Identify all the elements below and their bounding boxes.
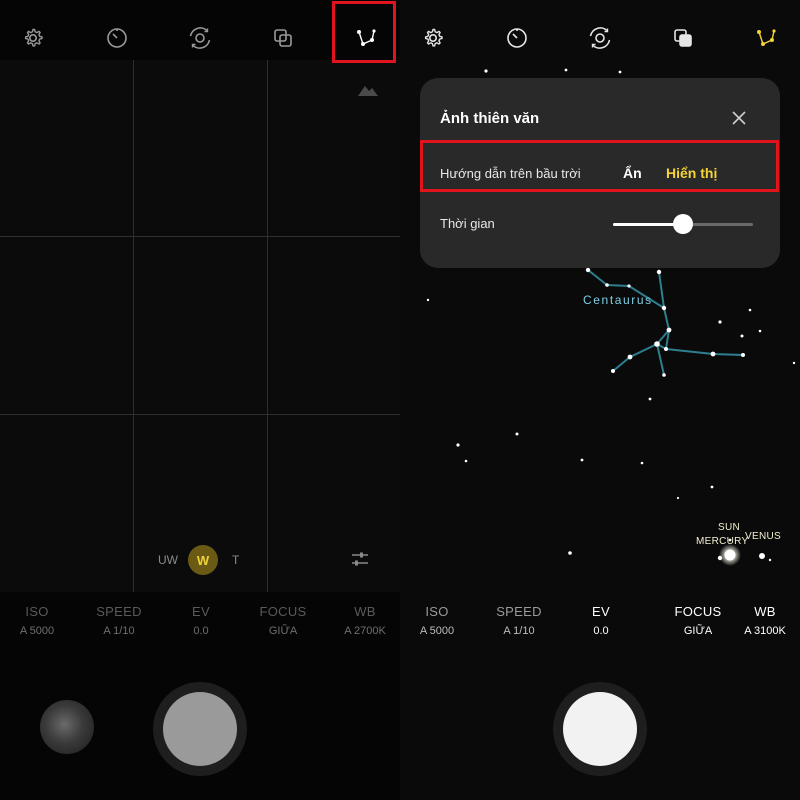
aperture-icon xyxy=(589,27,611,49)
param-label: SPEED xyxy=(96,604,142,619)
mercury-label: MERCURY xyxy=(696,536,749,547)
param-label: WB xyxy=(354,604,376,619)
zoom-selector: UW W T xyxy=(158,545,239,575)
grid-line xyxy=(0,236,400,237)
grid-line xyxy=(0,414,400,415)
param-label: EV xyxy=(592,604,610,619)
param-wb[interactable]: WB A 2700K xyxy=(330,604,400,637)
param-iso[interactable]: ISO A 5000 xyxy=(2,604,72,637)
param-label: WB xyxy=(754,604,776,619)
param-label: EV xyxy=(192,604,210,619)
param-label: FOCUS xyxy=(259,604,307,619)
viewfinder[interactable] xyxy=(0,60,400,592)
close-icon[interactable] xyxy=(730,109,748,127)
param-label: ISO xyxy=(425,604,449,619)
param-value: 0.0 xyxy=(193,625,209,637)
shutter-inner xyxy=(563,692,637,766)
pro-params: ISO A 5000 SPEED A 1/10 EV 0.0 FOCUS GIỮ… xyxy=(0,604,400,654)
param-focus[interactable]: FOCUS GIỮA xyxy=(663,604,733,637)
adjustments-icon[interactable] xyxy=(350,550,370,568)
zoom-uw[interactable]: UW xyxy=(158,553,178,567)
param-value: A 3100K xyxy=(744,625,786,637)
sun-label: SUN xyxy=(718,522,741,533)
param-value: A 2700K xyxy=(344,625,386,637)
param-speed[interactable]: SPEED A 1/10 xyxy=(84,604,154,637)
filter-icon xyxy=(274,29,292,47)
settings-button[interactable] xyxy=(417,22,449,54)
zoom-t[interactable]: T xyxy=(232,553,239,567)
param-value: A 5000 xyxy=(419,625,455,637)
gear-icon xyxy=(24,28,43,47)
shutter-button[interactable] xyxy=(553,682,647,776)
camera-screen-right: Centaurus SUN MERCURY VENUS Ảnh thiên vă… xyxy=(400,0,800,800)
landscape-icon xyxy=(358,86,378,96)
param-value: A 1/10 xyxy=(503,625,535,637)
param-value: GIỮA xyxy=(268,625,298,637)
astro-mode-button[interactable] xyxy=(750,22,782,54)
settings-button[interactable] xyxy=(17,22,49,54)
time-label: Thời gian xyxy=(440,216,495,231)
aperture-button[interactable] xyxy=(584,22,616,54)
shutter-button[interactable] xyxy=(153,682,247,776)
time-row: Thời gian xyxy=(440,213,760,243)
camera-toolbar xyxy=(400,0,800,76)
param-label: ISO xyxy=(25,604,49,619)
timer-icon xyxy=(107,28,127,48)
filter-button[interactable] xyxy=(667,22,699,54)
param-speed[interactable]: SPEED A 1/10 xyxy=(484,604,554,637)
filter-icon xyxy=(674,29,692,47)
shutter-inner xyxy=(163,692,237,766)
popup-title: Ảnh thiên văn xyxy=(440,110,540,127)
camera-screen-left: UW W T ISO A 5000 SPEED A 1/10 EV 0.0 FO… xyxy=(0,0,400,800)
timer-button[interactable] xyxy=(501,22,533,54)
param-wb[interactable]: WB A 3100K xyxy=(730,604,800,637)
sky-guide-highlight xyxy=(420,140,779,192)
grid-line xyxy=(267,60,268,592)
param-label: SPEED xyxy=(496,604,542,619)
param-value: 0.0 xyxy=(593,625,609,637)
param-focus[interactable]: FOCUS GIỮA xyxy=(248,604,318,637)
time-slider[interactable] xyxy=(613,214,753,234)
aperture-button[interactable] xyxy=(184,22,216,54)
filter-button[interactable] xyxy=(267,22,299,54)
astro-constellation-icon xyxy=(757,29,776,46)
constellation-label: Centaurus xyxy=(583,293,653,307)
astro-mode-highlight xyxy=(332,1,396,63)
timer-button[interactable] xyxy=(101,22,133,54)
param-ev[interactable]: EV 0.0 xyxy=(566,604,636,637)
param-value: GIỮA xyxy=(683,625,713,637)
param-label: FOCUS xyxy=(674,604,722,619)
timer-icon xyxy=(507,28,527,48)
grid-line xyxy=(133,60,134,592)
param-value: A 1/10 xyxy=(103,625,135,637)
gear-icon xyxy=(424,28,443,47)
param-ev[interactable]: EV 0.0 xyxy=(166,604,236,637)
venus-label: VENUS xyxy=(745,531,781,542)
pro-params: ISO A 5000 SPEED A 1/10 EV 0.0 FOCUS GIỮ… xyxy=(400,604,800,654)
gallery-thumbnail[interactable] xyxy=(40,700,94,754)
param-iso[interactable]: ISO A 5000 xyxy=(402,604,472,637)
zoom-w[interactable]: W xyxy=(188,545,218,575)
aperture-icon xyxy=(189,27,211,49)
slider-knob[interactable] xyxy=(673,214,693,234)
param-value: A 5000 xyxy=(19,625,55,637)
